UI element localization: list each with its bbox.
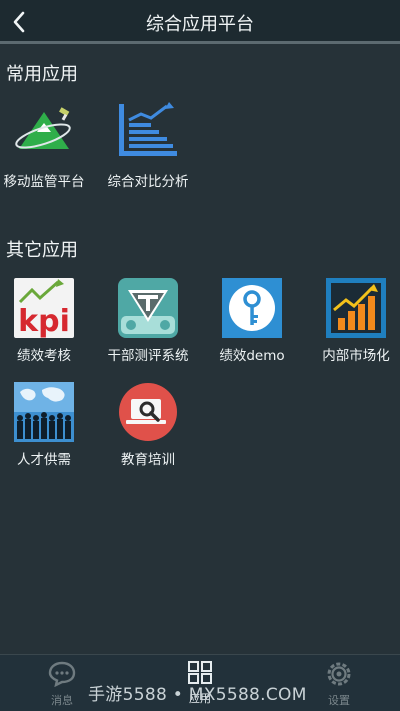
svg-text:kpi: kpi [18, 304, 70, 338]
t-evaluation-icon [118, 278, 178, 338]
key-icon [222, 278, 282, 338]
app-label: 干部测评系统 [107, 348, 189, 364]
app-cadre-evaluation[interactable]: 干部测评系统 [98, 278, 198, 364]
rising-chart-icon [117, 102, 179, 164]
app-talent-supply[interactable]: 人才供需 [0, 382, 94, 468]
nav-label: 设置 [328, 694, 350, 707]
laptop-search-icon [118, 382, 178, 442]
app-comparison-analysis[interactable]: 综合对比分析 [98, 102, 198, 190]
app-label: 移动监管平台 [3, 174, 85, 190]
gear-icon [327, 662, 351, 686]
app-internal-market[interactable]: 内部市场化 [306, 278, 400, 364]
app-label: 内部市场化 [322, 348, 390, 364]
bar-growth-icon [326, 278, 386, 338]
app-performance-demo[interactable]: 绩效demo [202, 278, 302, 364]
section-title-common: 常用应用 [6, 64, 78, 85]
nav-label: 消息 [51, 694, 73, 707]
app-label: 教育培训 [121, 452, 175, 468]
app-label: 人才供需 [17, 452, 71, 468]
mountain-satellite-icon [13, 102, 75, 164]
app-mobile-supervision[interactable]: 移动监管平台 [0, 102, 94, 190]
page-title: 综合应用平台 [146, 14, 254, 35]
nav-item-settings[interactable]: 设置 [309, 661, 369, 708]
app-performance-review[interactable]: kpi 绩效考核 [0, 278, 94, 364]
app-education-training[interactable]: 教育培训 [98, 382, 198, 468]
app-label: 绩效考核 [17, 348, 71, 364]
nav-item-messages[interactable]: 消息 [32, 661, 92, 708]
app-label: 绩效demo [219, 348, 285, 364]
app-label: 综合对比分析 [107, 174, 189, 190]
watermark: 手游5588 • MX5588.COM [88, 685, 307, 705]
header-bar: 综合应用平台 [0, 0, 400, 44]
world-people-icon [14, 382, 74, 442]
chat-bubble-icon [48, 661, 76, 688]
section-title-other: 其它应用 [6, 240, 78, 261]
kpi-icon: kpi [14, 278, 74, 339]
